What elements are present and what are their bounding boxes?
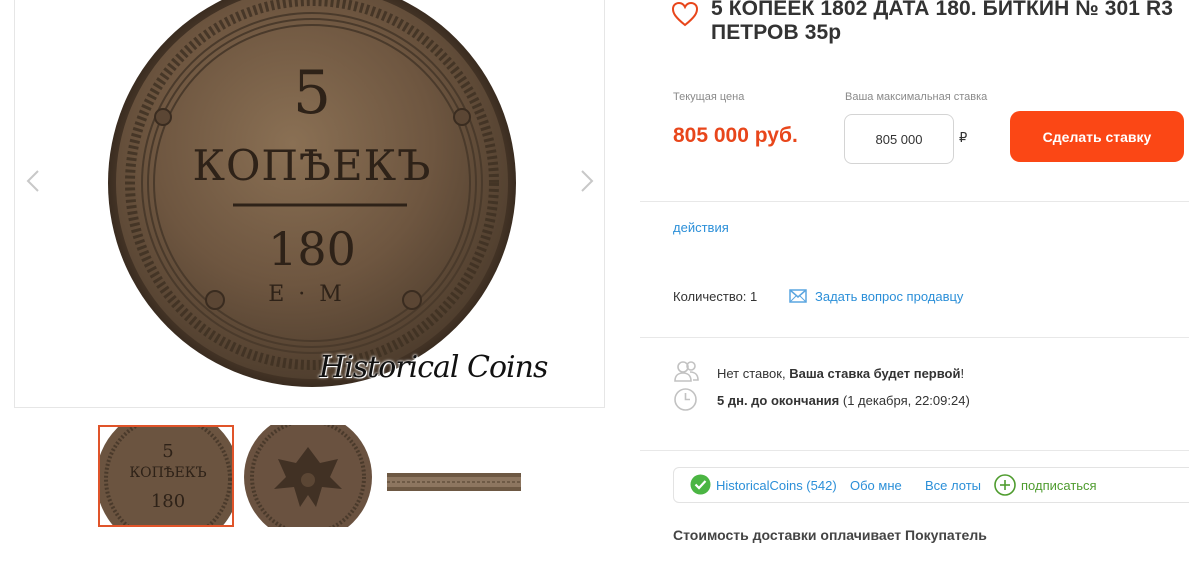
- expand-icon[interactable]: [550, 0, 580, 19]
- seller-name-link[interactable]: HistoricalCoins (542): [716, 478, 837, 493]
- thumbnail-edge[interactable]: [385, 425, 521, 527]
- about-me-link[interactable]: Обо мне: [850, 478, 902, 493]
- coin-denomination: 5: [293, 58, 331, 128]
- coin-year: 180: [268, 222, 356, 276]
- thumbnail-obverse-image: 5 КОПѢЕКЪ 180: [100, 427, 232, 525]
- actions-link[interactable]: действия: [673, 220, 729, 235]
- coin-mint: Е·М: [268, 282, 356, 307]
- next-photo-arrow[interactable]: [575, 163, 599, 199]
- thumbnail-reverse[interactable]: [244, 425, 380, 527]
- mail-icon[interactable]: [789, 289, 807, 303]
- divider: [640, 201, 1189, 202]
- clock-icon: [674, 388, 697, 411]
- lot-title: 5 КОПЕЕК 1802 ДАТА 180. БИТКИН № 301 R3 …: [711, 0, 1174, 44]
- ask-seller-link[interactable]: Задать вопрос продавцу: [815, 289, 963, 304]
- current-price-label: Текущая цена: [673, 91, 745, 103]
- main-photo-viewer[interactable]: 5 КОПѢЕКЪ 180 Е·М Historical Coins: [14, 0, 605, 408]
- thumbnail-reverse-image: [244, 425, 380, 527]
- max-bid-label: Ваша максимальная ставка: [845, 91, 988, 103]
- time-remaining: 5 дн. до окончания (1 декабря, 22:09:24): [717, 393, 970, 408]
- thumbnail-obverse[interactable]: 5 КОПѢЕКЪ 180: [98, 425, 234, 527]
- place-bid-button[interactable]: Сделать ставку: [1010, 111, 1184, 162]
- coin-photo[interactable]: 5 КОПѢЕКЪ 180 Е·М: [15, 0, 605, 408]
- quantity-label: Количество: 1: [673, 289, 758, 304]
- bids-status: Нет ставок, Ваша ставка будет первой!: [717, 366, 965, 381]
- svg-text:КОПѢЕКЪ: КОПѢЕКЪ: [129, 465, 206, 481]
- divider: [640, 450, 1189, 451]
- svg-text:5: 5: [162, 441, 173, 462]
- svg-text:180: 180: [151, 491, 185, 512]
- verified-check-icon: [690, 474, 711, 495]
- watermark-text: Historical Coins: [319, 350, 548, 385]
- bidders-icon: [674, 361, 699, 382]
- heart-icon[interactable]: [671, 1, 699, 27]
- thumbnail-edge-image: [385, 425, 521, 527]
- divider: [640, 337, 1189, 338]
- previous-photo-arrow[interactable]: [21, 163, 45, 199]
- max-bid-input[interactable]: [844, 114, 954, 164]
- currency-sign: ₽: [959, 130, 968, 145]
- coin-word: КОПѢЕКЪ: [192, 141, 431, 190]
- plus-icon[interactable]: [994, 474, 1016, 496]
- current-price: 805 000 руб.: [673, 124, 798, 147]
- subscribe-link[interactable]: подписаться: [1021, 478, 1097, 493]
- shipping-note: Стоимость доставки оплачивает Покупатель: [673, 527, 987, 543]
- all-lots-link[interactable]: Все лоты: [925, 478, 981, 493]
